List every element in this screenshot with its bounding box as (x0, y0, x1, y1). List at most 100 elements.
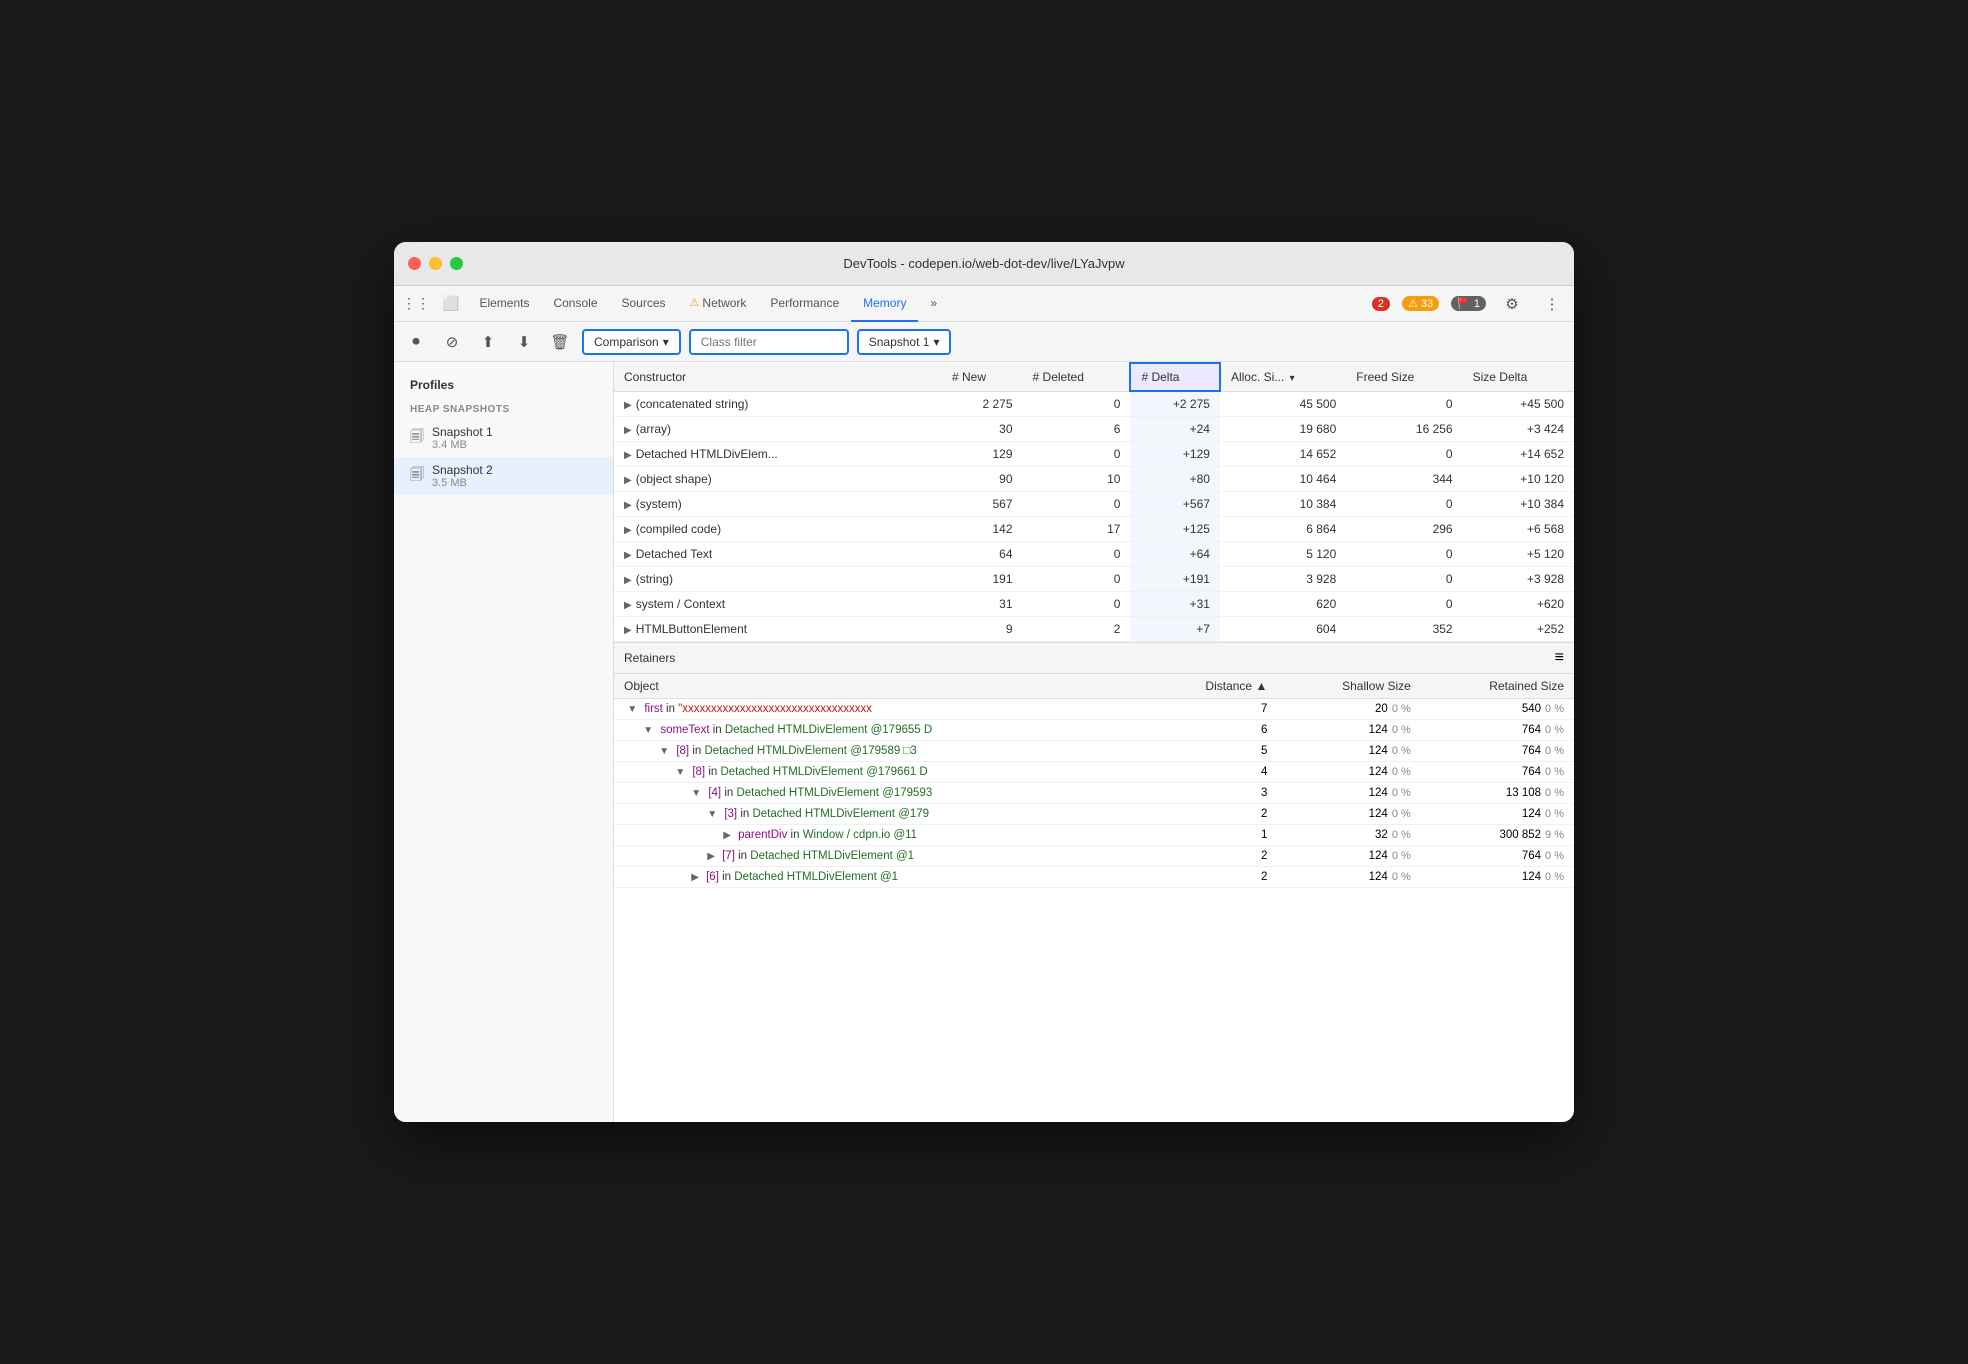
tab-sources[interactable]: Sources (610, 286, 678, 322)
flag-badge: 🚩 1 (1451, 296, 1486, 311)
retainer-row[interactable]: ▼ [8] in Detached HTMLDivElement @179589… (614, 741, 1574, 762)
retainer-expand-icon[interactable]: ▼ (691, 788, 701, 799)
expand-icon[interactable]: ▶ (624, 575, 632, 586)
minimize-button[interactable] (429, 257, 442, 270)
retainers-section: Retainers ≡ Object Distance ▲ (614, 643, 1574, 1122)
col-size-delta[interactable]: Size Delta (1463, 363, 1574, 391)
expand-icon[interactable]: ▶ (624, 450, 632, 461)
constructor-cell: ▶(object shape) (614, 467, 942, 492)
new-cell: 2 275 (942, 391, 1023, 417)
retainers-menu-icon[interactable]: ≡ (1555, 649, 1564, 667)
col-delta[interactable]: # Delta (1130, 363, 1220, 391)
snapshot-dropdown[interactable]: Snapshot 1 ▾ (857, 329, 952, 355)
inspect-icon[interactable]: ⬜ (442, 295, 459, 312)
retainer-distance-cell: 1 (1145, 825, 1277, 846)
table-row[interactable]: ▶Detached HTMLDivElem... 129 0 +129 14 6… (614, 442, 1574, 467)
retainer-col-retained[interactable]: Retained Size (1421, 674, 1574, 699)
expand-icon[interactable]: ▶ (624, 425, 632, 436)
expand-icon[interactable]: ▶ (624, 525, 632, 536)
table-row[interactable]: ▶system / Context 31 0 +31 620 0 +620 (614, 592, 1574, 617)
retainer-expand-icon[interactable]: ▼ (659, 746, 669, 757)
col-new[interactable]: # New (942, 363, 1023, 391)
retainer-expand-icon[interactable]: ▼ (707, 809, 717, 820)
comparison-dropdown[interactable]: Comparison ▾ (582, 329, 681, 355)
data-table: Constructor # New # Deleted # Delta (614, 362, 1574, 642)
retainer-expand-icon[interactable]: ▼ (643, 725, 653, 736)
retainer-row[interactable]: ▼ [4] in Detached HTMLDivElement @179593… (614, 783, 1574, 804)
col-freed-size[interactable]: Freed Size (1346, 363, 1462, 391)
retainer-prefix: parentDiv (738, 829, 787, 841)
retainer-row[interactable]: ▶ parentDiv in Window / cdpn.io @11 1 32… (614, 825, 1574, 846)
retainer-retained-cell: 7640 % (1421, 846, 1574, 867)
retainer-suffix: "xxxxxxxxxxxxxxxxxxxxxxxxxxxxxxxxx (678, 703, 872, 715)
col-alloc-size[interactable]: Alloc. Si... ▾ (1220, 363, 1346, 391)
expand-icon[interactable]: ▶ (624, 600, 632, 611)
retainer-row[interactable]: ▶ [7] in Detached HTMLDivElement @1 2 12… (614, 846, 1574, 867)
upload-button[interactable]: ⬆ (474, 328, 502, 356)
deleted-cell: 0 (1023, 492, 1131, 517)
alloc-size-cell: 45 500 (1220, 391, 1346, 417)
table-row[interactable]: ▶(array) 30 6 +24 19 680 16 256 +3 424 (614, 417, 1574, 442)
tab-more[interactable]: » (918, 286, 949, 322)
retainer-col-shallow[interactable]: Shallow Size (1277, 674, 1420, 699)
class-filter-input[interactable] (689, 329, 849, 355)
retainer-row[interactable]: ▼ [3] in Detached HTMLDivElement @179 2 … (614, 804, 1574, 825)
constructor-cell: ▶Detached HTMLDivElem... (614, 442, 942, 467)
retainer-row[interactable]: ▼ someText in Detached HTMLDivElement @1… (614, 720, 1574, 741)
cursor-icon[interactable]: ⋮⋮ (402, 295, 430, 312)
sidebar-item-snapshot1[interactable]: 🗐 Snapshot 1 3.4 MB (394, 419, 613, 457)
delta-cell: +64 (1130, 542, 1220, 567)
freed-size-cell: 0 (1346, 592, 1462, 617)
tab-console[interactable]: Console (541, 286, 609, 322)
expand-icon[interactable]: ▶ (624, 625, 632, 636)
new-cell: 129 (942, 442, 1023, 467)
retainer-col-object[interactable]: Object (614, 674, 1145, 699)
collect-button[interactable]: 🗑 (546, 328, 574, 356)
tab-elements[interactable]: Elements (467, 286, 541, 322)
expand-icon[interactable]: ▶ (624, 550, 632, 561)
maximize-button[interactable] (450, 257, 463, 270)
retainer-expand-icon[interactable]: ▶ (723, 830, 731, 841)
retainer-row[interactable]: ▼ [8] in Detached HTMLDivElement @179661… (614, 762, 1574, 783)
expand-icon[interactable]: ▶ (624, 500, 632, 511)
retainer-row[interactable]: ▼ first in "xxxxxxxxxxxxxxxxxxxxxxxxxxxx… (614, 699, 1574, 720)
retainer-row[interactable]: ▶ [6] in Detached HTMLDivElement @1 2 12… (614, 867, 1574, 888)
freed-size-cell: 0 (1346, 442, 1462, 467)
table-row[interactable]: ▶HTMLButtonElement 9 2 +7 604 352 +252 (614, 617, 1574, 642)
table-row[interactable]: ▶(concatenated string) 2 275 0 +2 275 45… (614, 391, 1574, 417)
stop-button[interactable]: ⊘ (438, 328, 466, 356)
expand-icon[interactable]: ▶ (624, 475, 632, 486)
new-cell: 191 (942, 567, 1023, 592)
tab-network[interactable]: ⚠ Network (678, 286, 759, 322)
table-row[interactable]: ▶(string) 191 0 +191 3 928 0 +3 928 (614, 567, 1574, 592)
more-options-button[interactable]: ⋮ (1538, 290, 1566, 318)
retainer-expand-icon[interactable]: ▶ (707, 851, 715, 862)
size-delta-cell: +5 120 (1463, 542, 1574, 567)
table-row[interactable]: ▶(system) 567 0 +567 10 384 0 +10 384 (614, 492, 1574, 517)
table-row[interactable]: ▶(object shape) 90 10 +80 10 464 344 +10… (614, 467, 1574, 492)
retainer-expand-icon[interactable]: ▼ (675, 767, 685, 778)
col-constructor[interactable]: Constructor (614, 363, 942, 391)
retainer-distance-cell: 2 (1145, 867, 1277, 888)
delta-cell: +567 (1130, 492, 1220, 517)
retainer-expand-icon[interactable]: ▼ (627, 704, 637, 715)
toolbar: ⏺ ⊘ ⬆ ⬇ 🗑 Comparison ▾ Snapshot 1 ▾ (394, 322, 1574, 362)
tab-memory[interactable]: Memory (851, 286, 918, 322)
tab-performance[interactable]: Performance (758, 286, 851, 322)
retainer-shallow-cell: 200 % (1277, 699, 1420, 720)
retainer-shallow-cell: 1240 % (1277, 804, 1420, 825)
table-row[interactable]: ▶Detached Text 64 0 +64 5 120 0 +5 120 (614, 542, 1574, 567)
constructor-cell: ▶system / Context (614, 592, 942, 617)
settings-button[interactable]: ⚙ (1498, 290, 1526, 318)
freed-size-cell: 16 256 (1346, 417, 1462, 442)
table-row[interactable]: ▶(compiled code) 142 17 +125 6 864 296 +… (614, 517, 1574, 542)
expand-icon[interactable]: ▶ (624, 400, 632, 411)
retainers-header: Retainers ≡ (614, 643, 1574, 674)
close-button[interactable] (408, 257, 421, 270)
record-button[interactable]: ⏺ (402, 328, 430, 356)
sidebar-item-snapshot2[interactable]: 🗐 Snapshot 2 3.5 MB (394, 457, 613, 495)
retainer-expand-icon[interactable]: ▶ (691, 872, 699, 883)
retainer-col-distance[interactable]: Distance ▲ (1145, 674, 1277, 699)
col-deleted[interactable]: # Deleted (1023, 363, 1131, 391)
download-button[interactable]: ⬇ (510, 328, 538, 356)
